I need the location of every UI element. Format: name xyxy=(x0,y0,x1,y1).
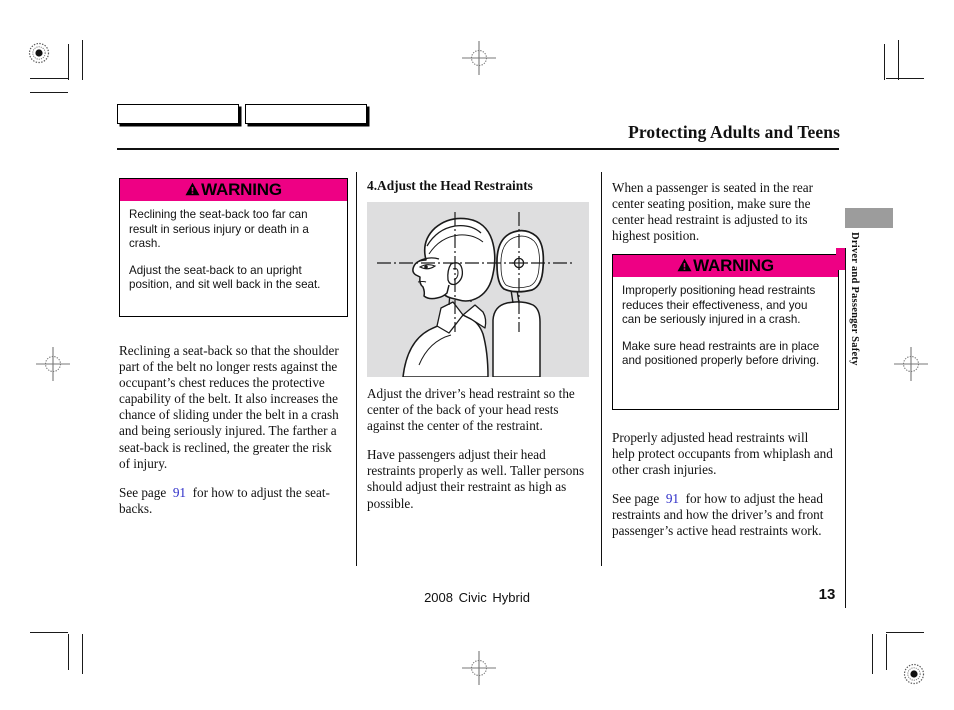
page-title: Protecting Adults and Teens xyxy=(628,122,840,142)
blank-index-tab-box-1 xyxy=(117,104,239,124)
left-column-body: Reclining a seat-back so that the should… xyxy=(119,343,343,530)
see-page-prefix: See page xyxy=(612,491,660,507)
head-restraint-illustration xyxy=(367,202,589,378)
page-reference-link[interactable]: 91 xyxy=(666,491,679,506)
right-column-body: Properly adjusted head restraints will h… xyxy=(612,430,834,553)
warning-paragraph: Improperly positioning head restraints r… xyxy=(622,284,816,327)
body-paragraph: Properly adjusted head restraints will h… xyxy=(612,430,833,478)
warning-box-body: Improperly positioning head restraints r… xyxy=(613,277,838,377)
crop-mark xyxy=(898,40,900,80)
registration-crosshair-bottom xyxy=(462,651,496,685)
crop-mark xyxy=(82,634,84,674)
warning-paragraph: Reclining the seat-back too far can resu… xyxy=(129,208,309,251)
crop-mark xyxy=(886,78,924,80)
blank-index-tab-box-2 xyxy=(245,104,367,124)
page-reference-link[interactable]: 91 xyxy=(173,485,186,500)
footer-model-name: 2008 Civic Hybrid xyxy=(424,590,530,605)
crop-mark xyxy=(30,78,68,80)
warning-box-header: WARNING xyxy=(120,179,347,201)
column-divider-right xyxy=(601,172,602,566)
registration-crosshair-left xyxy=(36,347,70,381)
see-page-reference: See page 91 for how to adjust the seat-b… xyxy=(119,485,343,517)
body-paragraph: Have passengers adjust their head restra… xyxy=(367,447,585,511)
warning-box-header: WARNING xyxy=(613,255,838,277)
warning-box-body: Reclining the seat-back too far can resu… xyxy=(120,201,347,301)
crop-mark xyxy=(30,632,68,634)
crop-mark xyxy=(886,632,924,634)
warning-box-seat-back: WARNING Reclining the seat-back too far … xyxy=(119,178,348,317)
crop-mark xyxy=(30,92,68,94)
warning-triangle-icon xyxy=(677,256,692,278)
warning-paragraph: Adjust the seat-back to an upright posit… xyxy=(129,263,321,292)
body-paragraph: Reclining a seat-back so that the should… xyxy=(119,343,339,471)
column-divider-left xyxy=(356,172,357,566)
registration-target-top-left xyxy=(28,42,50,64)
section-tab-marker xyxy=(845,208,893,228)
middle-column-body: Adjust the driver’s head restraint so th… xyxy=(367,386,595,525)
right-column-intro: When a passenger is seated in the rear c… xyxy=(612,180,830,257)
body-paragraph: Adjust the driver’s head restraint so th… xyxy=(367,386,575,434)
manual-page: Protecting Adults and Teens WARNING Recl… xyxy=(0,0,954,710)
body-paragraph: When a passenger is seated in the rear c… xyxy=(612,180,814,244)
crop-mark xyxy=(886,634,888,670)
warning-box-head-restraints: WARNING Improperly positioning head rest… xyxy=(612,254,839,410)
section-tab-label: Driver and Passenger Safety xyxy=(849,232,860,366)
crop-mark xyxy=(68,634,70,670)
warning-triangle-icon xyxy=(185,180,200,202)
footer-page-number: 13 xyxy=(818,586,836,603)
warning-paragraph: Make sure head restraints are in place a… xyxy=(622,339,820,368)
crop-mark xyxy=(82,40,84,80)
crop-mark xyxy=(884,44,886,80)
see-page-reference: See page 91 for how to adjust the head r… xyxy=(612,491,834,539)
registration-crosshair-top xyxy=(462,41,496,75)
crop-mark xyxy=(872,634,874,674)
crop-mark xyxy=(68,44,70,80)
registration-target-bottom-right xyxy=(903,663,925,685)
warning-heading-text: WARNING xyxy=(693,256,774,275)
section-subheading: 4.Adjust the Head Restraints xyxy=(367,178,533,193)
registration-crosshair-right xyxy=(894,347,928,381)
see-page-prefix: See page xyxy=(119,484,167,500)
title-divider-rule xyxy=(117,148,839,150)
head-restraint-figure-svg xyxy=(377,212,572,378)
warning-heading-text: WARNING xyxy=(201,180,282,199)
